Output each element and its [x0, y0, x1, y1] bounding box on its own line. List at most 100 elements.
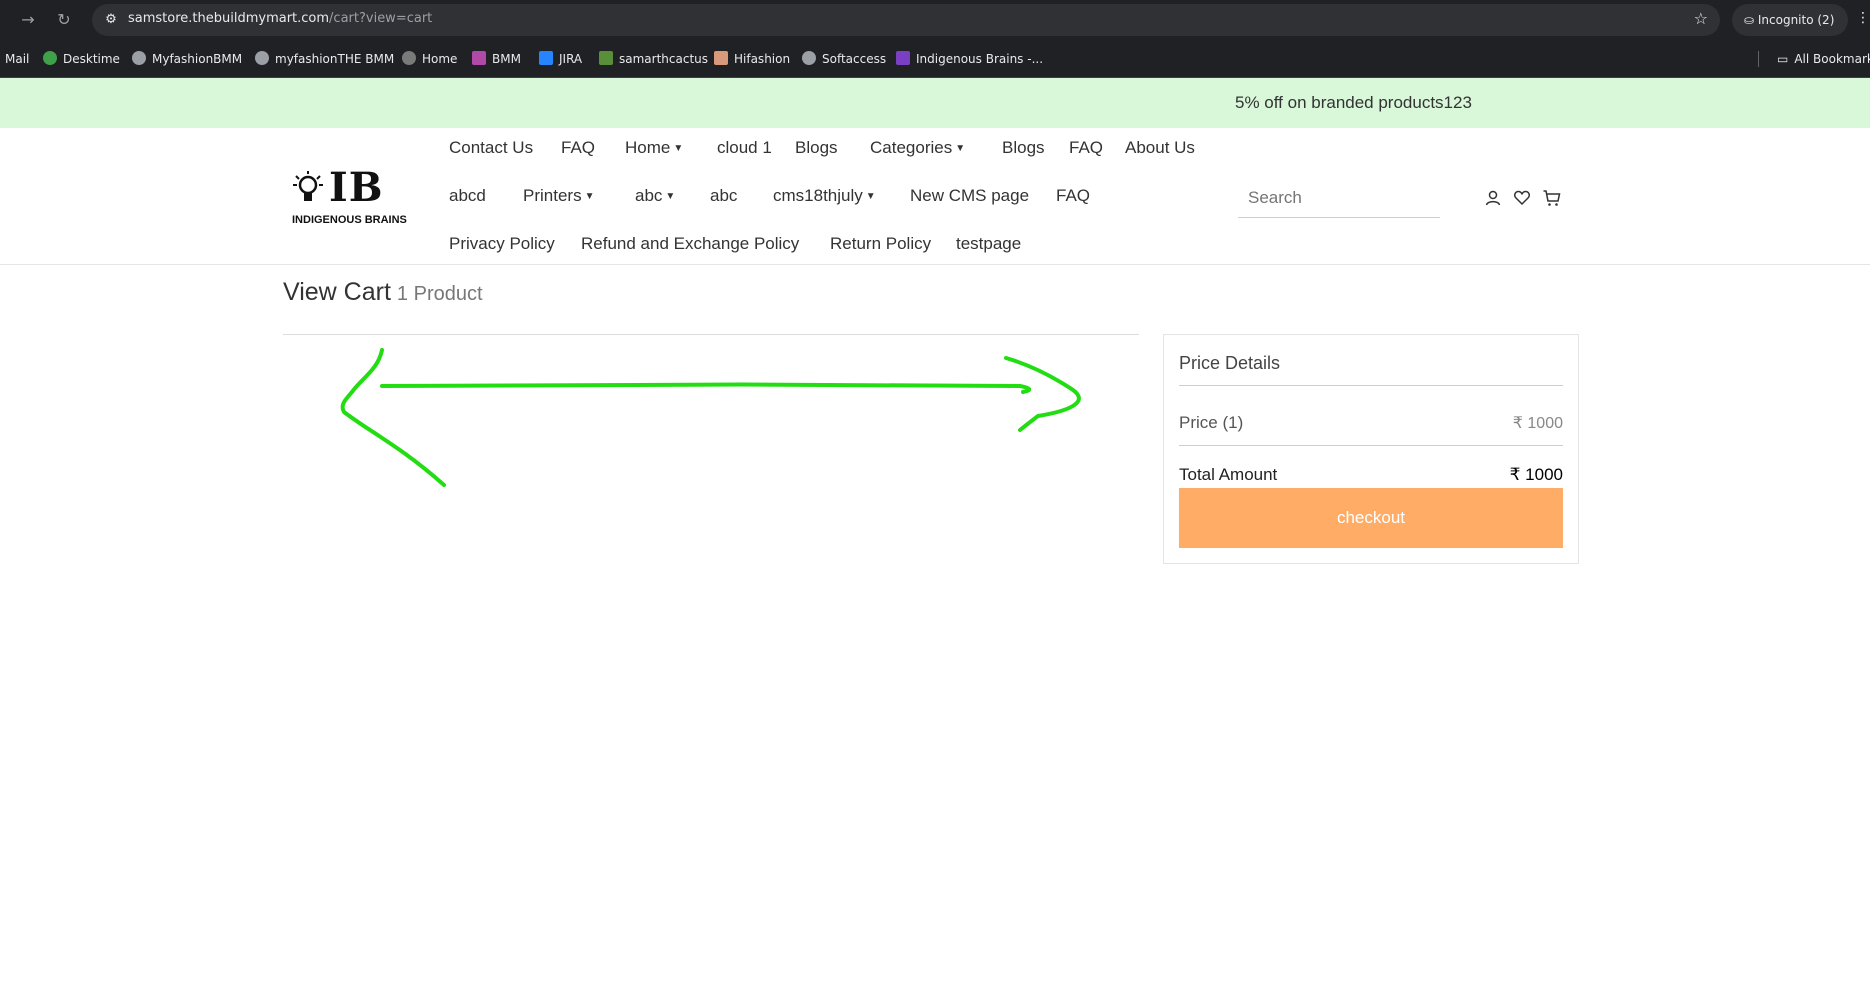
nav-return-policy[interactable]: Return Policy: [830, 234, 931, 254]
announcement-text: 5% off on branded products123: [1235, 93, 1472, 112]
site-info-icon[interactable]: ⚙: [102, 11, 120, 29]
bookmark-label: samarthcactus: [619, 52, 709, 66]
cart-count: 1 Product: [396, 283, 483, 305]
url-text[interactable]: samstore.thebuildmymart.com/cart?view=ca…: [128, 11, 432, 26]
globe-icon: [255, 51, 269, 65]
site-header: IB INDIGENOUS BRAINS Contact Us FAQ Home…: [0, 128, 1870, 265]
bookmarks-divider: [1758, 51, 1759, 67]
nav-abc-dropdown[interactable]: abc ▼: [635, 186, 675, 206]
bookmark-label: MyfashionBMM: [152, 52, 243, 66]
nav-label: Printers: [523, 186, 582, 205]
bookmark-mail[interactable]: Mail: [5, 50, 29, 68]
bookmark-bmm[interactable]: BMM: [472, 50, 521, 68]
search-input[interactable]: [1238, 178, 1440, 217]
bookmark-star-icon[interactable]: ☆: [1694, 9, 1708, 28]
checkout-button[interactable]: checkout: [1179, 488, 1563, 548]
site-logo[interactable]: IB INDIGENOUS BRAINS: [289, 164, 429, 230]
price-label: Price (1): [1179, 413, 1244, 432]
nav-blogs-2[interactable]: Blogs: [1002, 138, 1045, 158]
bookmark-label: Home: [422, 52, 458, 66]
nav-label: abc: [635, 186, 663, 205]
bmm-icon: [472, 51, 486, 65]
globe-icon: [802, 51, 816, 65]
folder-icon: ▭: [1777, 52, 1789, 66]
announcement-bar: 5% off on branded products123: [0, 78, 1870, 128]
bookmark-label: Desktime: [63, 52, 120, 66]
logo-tagline: INDIGENOUS BRAINS: [292, 214, 407, 226]
jira-icon: [539, 51, 553, 65]
nav-privacy-policy[interactable]: Privacy Policy: [449, 234, 555, 254]
nav-refund-exchange-policy[interactable]: Refund and Exchange Policy: [581, 234, 799, 254]
bookmark-label: All Bookmarks: [1794, 52, 1870, 66]
nav-testpage[interactable]: testpage: [956, 234, 1021, 254]
bookmark-home[interactable]: Home: [402, 50, 457, 68]
incognito-badge[interactable]: ⛀ Incognito (2): [1732, 4, 1848, 36]
price-value: ₹ 1000: [1512, 415, 1563, 432]
bookmark-softaccess[interactable]: Softaccess: [802, 50, 886, 68]
bookmark-label: Indigenous Brains -...: [916, 52, 1044, 66]
hifashion-icon: [714, 51, 728, 65]
nav-abcd[interactable]: abcd: [449, 186, 486, 206]
nav-label: Categories: [870, 138, 953, 157]
user-icon[interactable]: [1483, 188, 1503, 208]
incognito-icon: ⛀: [1744, 13, 1758, 27]
bookmark-hifashion[interactable]: Hifashion: [714, 50, 790, 68]
price-details-title: Price Details: [1179, 353, 1281, 373]
globe-icon: [132, 51, 146, 65]
bookmark-jira[interactable]: JIRA: [539, 50, 582, 68]
caret-down-icon: ▼: [865, 191, 876, 202]
nav-label: Home: [625, 138, 671, 157]
nav-printers[interactable]: Printers ▼: [523, 186, 594, 206]
bookmark-indigenous-brains[interactable]: Indigenous Brains -...: [896, 50, 1043, 68]
heart-icon[interactable]: [1512, 188, 1532, 208]
nav-cms18thjuly[interactable]: cms18thjuly ▼: [773, 186, 876, 206]
nav-blogs[interactable]: Blogs: [795, 138, 838, 158]
indigenous-brains-icon: [896, 51, 910, 65]
logo-wordmark: IB: [329, 164, 384, 211]
bookmark-label: BMM: [492, 52, 521, 66]
forward-icon[interactable]: →: [18, 10, 38, 30]
cart-icon[interactable]: [1542, 188, 1562, 208]
nav-abc[interactable]: abc: [710, 186, 737, 206]
bookmark-myfashionbmm[interactable]: MyfashionBMM: [132, 50, 242, 68]
bookmark-desktime[interactable]: Desktime: [43, 50, 120, 68]
double-arrow-annotation: [340, 348, 1081, 487]
browser-toolbar: → ↻ ⚙ samstore.thebuildmymart.com/cart?v…: [0, 0, 1870, 40]
bookmark-label: Softaccess: [822, 52, 887, 66]
nav-about-us[interactable]: About Us: [1125, 138, 1195, 158]
price-details-card: Price Details Price (1) ₹ 1000 Total Amo…: [1163, 334, 1579, 564]
home-site-icon: [402, 51, 416, 65]
nav-contact-us[interactable]: Contact Us: [449, 138, 533, 158]
bookmark-label: JIRA: [559, 52, 583, 66]
page-title: View Cart: [283, 278, 391, 306]
nav-faq-3[interactable]: FAQ: [1056, 186, 1090, 206]
bookmark-label: Mail: [5, 52, 30, 66]
cactus-icon: [599, 51, 613, 65]
nav-faq-2[interactable]: FAQ: [1069, 138, 1103, 158]
nav-new-cms-page[interactable]: New CMS page: [910, 186, 1029, 206]
nav-categories[interactable]: Categories ▼: [870, 138, 965, 158]
browser-menu-icon[interactable]: ⋮: [1856, 10, 1870, 26]
search-box: [1238, 178, 1440, 218]
address-bar[interactable]: ⚙ samstore.thebuildmymart.com/cart?view=…: [92, 4, 1720, 36]
bookmark-samarthcactus[interactable]: samarthcactus: [599, 50, 708, 68]
cart-heading: View Cart 1 Product: [283, 278, 483, 307]
bookmarks-bar: Mail Desktime MyfashionBMM myfashionTHE …: [0, 40, 1870, 78]
nav-faq[interactable]: FAQ: [561, 138, 595, 158]
desktime-icon: [43, 51, 57, 65]
all-bookmarks[interactable]: ▭ All Bookmarks: [1777, 50, 1870, 68]
incognito-label: Incognito (2): [1757, 13, 1835, 27]
url-host: samstore.thebuildmymart.com: [128, 11, 330, 26]
caret-down-icon: ▼: [665, 191, 676, 202]
caret-down-icon: ▼: [584, 191, 595, 202]
caret-down-icon: ▼: [955, 143, 966, 154]
nav-label: cms18thjuly: [773, 186, 863, 205]
nav-cloud-1[interactable]: cloud 1: [717, 138, 772, 158]
lightbulb-icon: [293, 171, 323, 201]
reload-icon[interactable]: ↻: [54, 10, 74, 30]
total-amount-label: Total Amount: [1179, 465, 1278, 484]
nav-home[interactable]: Home ▼: [625, 138, 683, 158]
url-path: /cart?view=cart: [329, 11, 433, 26]
price-details-divider: [1179, 385, 1563, 386]
bookmark-myfashionthebmm[interactable]: myfashionTHE BMM: [255, 50, 394, 68]
